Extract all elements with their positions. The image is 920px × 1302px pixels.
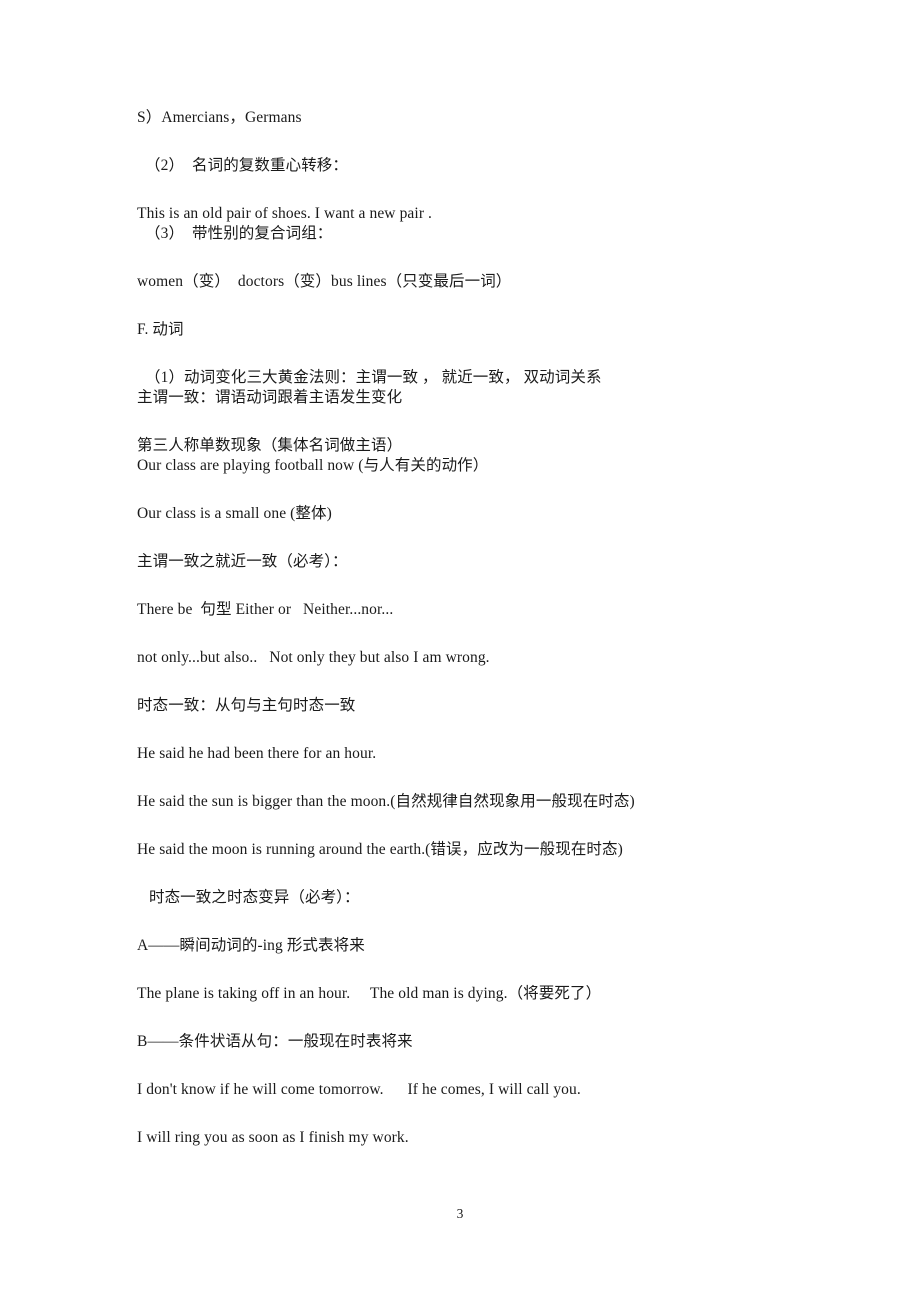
text-line: I don't know if he will come tomorrow. I… — [137, 1081, 581, 1098]
text-line: There be 句型 Either or Neither...nor... — [137, 601, 394, 618]
text-line: I will ring you as soon as I finish my w… — [137, 1129, 409, 1146]
text-line: He said he had been there for an hour. — [137, 745, 377, 762]
text-line: 时态一致：从句与主句时态一致 — [137, 697, 356, 714]
document-text-body: S）Amercians，Germans （2） 名词的复数重心转移： This … — [137, 108, 777, 1148]
text-line: He said the moon is running around the e… — [137, 841, 623, 858]
text-line: （3） 带性别的复合词组： — [145, 225, 333, 242]
text-line: He said the sun is bigger than the moon.… — [137, 793, 635, 810]
text-line: 时态一致之时态变异（必考）： — [145, 889, 360, 906]
text-line: Our class are playing football now (与人有关… — [137, 457, 489, 474]
document-page: S）Amercians，Germans （2） 名词的复数重心转移： This … — [0, 0, 920, 1302]
text-line: （1）动词变化三大黄金法则：主谓一致 ， 就近一致， 双动词关系 — [145, 369, 602, 386]
text-line: 主谓一致：谓语动词跟着主语发生变化 — [137, 389, 403, 406]
text-line: This is an old pair of shoes. I want a n… — [137, 205, 433, 222]
text-line: Our class is a small one (整体) — [137, 505, 332, 522]
page-number: 3 — [456, 1206, 464, 1221]
text-line: 主谓一致之就近一致（必考）： — [137, 553, 348, 570]
text-line: B——条件状语从句：一般现在时表将来 — [137, 1033, 413, 1050]
text-line: women（变） doctors（变）bus lines（只变最后一词） — [137, 273, 512, 290]
text-line: not only...but also.. Not only they but … — [137, 649, 490, 666]
text-line: F. 动词 — [137, 321, 184, 338]
text-line: A——瞬间动词的-ing 形式表将来 — [137, 937, 365, 954]
text-line: The plane is taking off in an hour. The … — [137, 985, 602, 1002]
text-line: （2） 名词的复数重心转移： — [145, 157, 349, 174]
text-line: S）Amercians，Germans — [137, 109, 302, 126]
text-line: 第三人称单数现象（集体名词做主语） — [137, 437, 403, 454]
